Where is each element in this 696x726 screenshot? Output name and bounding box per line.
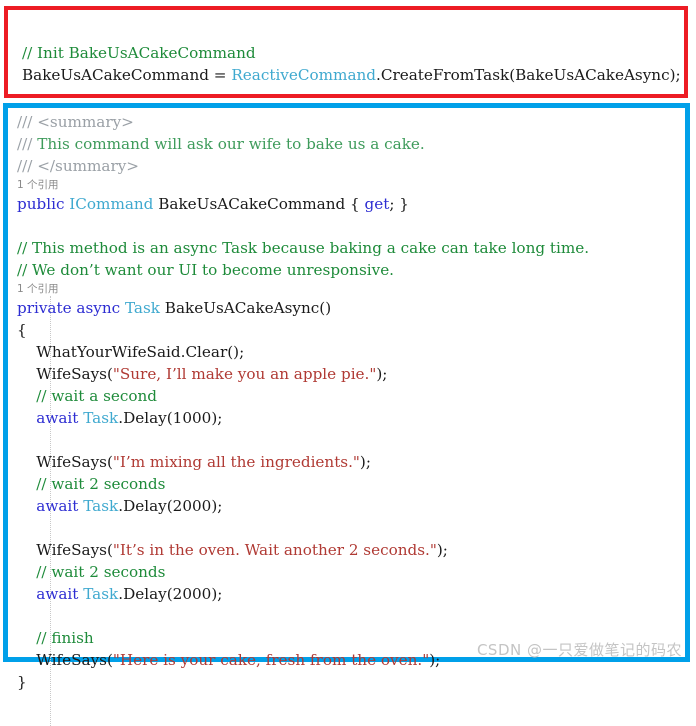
code-line: /// </summary> (17, 155, 589, 177)
code-token: ); (669, 66, 681, 84)
code-token: /// (17, 135, 38, 153)
code-line: /// <summary> (17, 111, 589, 133)
code-line: public ICommand BakeUsACakeCommand { get… (17, 193, 589, 215)
highlight-box-init-command: // Init BakeUsACakeCommand BakeUsACakeCom… (4, 6, 688, 98)
code-token: 2000 (172, 497, 212, 515)
code-token: public (17, 195, 70, 213)
code-token: // wait 2 seconds (17, 563, 166, 581)
code-token: = (213, 66, 232, 84)
code-token: await (17, 497, 84, 515)
code-token: "I’m mixing all the ingredients." (112, 453, 360, 471)
code-line: } (17, 671, 589, 693)
code-token: WifeSays (17, 541, 107, 559)
code-token: // wait a second (17, 387, 158, 405)
screenshot-root: // Init BakeUsACakeCommand BakeUsACakeCom… (0, 0, 696, 726)
code-line: await Task.Delay(2000); (17, 583, 589, 605)
code-token: ); (376, 365, 388, 383)
code-token: { (350, 195, 365, 213)
code-token: // finish (17, 629, 94, 647)
code-token: "Here is your cake, fresh from the oven.… (112, 651, 430, 669)
code-line: // This method is an async Task because … (17, 237, 589, 259)
code-token: } (17, 673, 27, 691)
code-token: Task (124, 299, 165, 317)
code-token: ); (211, 497, 223, 515)
code-token: "Sure, I’ll make you an apple pie." (112, 365, 377, 383)
code-token: get (364, 195, 390, 213)
code-token: ); (211, 585, 223, 603)
code-token: This command will ask our wife to bake u… (37, 135, 425, 153)
codelens-reference-count[interactable]: 1 个引用 (17, 281, 589, 297)
code-token: { (17, 321, 27, 339)
code-token: (); (227, 343, 245, 361)
code-token: ); (436, 541, 448, 559)
code-token: 2000 (172, 585, 212, 603)
csdn-watermark: CSDN @一只爱做笔记的码农 (476, 641, 682, 659)
code-token: // wait 2 seconds (17, 475, 166, 493)
code-token: BakeUsACakeAsync (164, 299, 320, 317)
code-line: // wait 2 seconds (17, 561, 589, 583)
highlight-box-command-implementation: /// <summary>/// This command will ask o… (3, 103, 690, 726)
code-token: // This method is an async Task because … (17, 239, 590, 257)
code-token: Delay (123, 585, 167, 603)
code-token: "It’s in the oven. Wait another 2 second… (112, 541, 437, 559)
code-token: BakeUsACakeCommand (22, 66, 214, 84)
code-token: WifeSays (17, 453, 107, 471)
code-token: CreateFromTask (380, 66, 510, 84)
code-line: await Task.Delay(2000); (17, 495, 589, 517)
code-token: ICommand (69, 195, 159, 213)
code-token: Task (83, 585, 119, 603)
code-token: ); (211, 409, 223, 427)
code-token: Task (83, 497, 119, 515)
code-token: Delay (123, 409, 167, 427)
code-line: BakeUsACakeCommand = ReactiveCommand.Cre… (22, 64, 681, 86)
code-line: // Init BakeUsACakeCommand (22, 42, 681, 64)
code-token: await (17, 409, 84, 427)
code-token: ); (429, 651, 441, 669)
code-token: ; } (389, 195, 409, 213)
code-block-init-command[interactable]: // Init BakeUsACakeCommand BakeUsACakeCom… (22, 42, 681, 86)
code-token: BakeUsACakeCommand (158, 195, 351, 213)
code-line: // wait a second (17, 385, 589, 407)
code-token: await (17, 585, 84, 603)
code-token: 1000 (172, 409, 212, 427)
code-token: private (17, 299, 77, 317)
code-token: Clear (185, 343, 228, 361)
code-line: WifeSays("Sure, I’ll make you an apple p… (17, 363, 589, 385)
code-token: /// (17, 113, 38, 131)
code-line: { (17, 319, 589, 341)
code-line: WifeSays("I’m mixing all the ingredients… (17, 451, 589, 473)
code-token: <summary> (37, 113, 134, 131)
code-token: </summary> (37, 157, 140, 175)
code-token: () (319, 299, 332, 317)
code-line: WifeSays("It’s in the oven. Wait another… (17, 539, 589, 561)
code-token: ); (359, 453, 371, 471)
code-token: ReactiveCommand (231, 66, 376, 84)
code-token: async (76, 299, 125, 317)
code-token: // We don’t want our UI to become unresp… (17, 261, 395, 279)
code-token: BakeUsACakeAsync (515, 66, 670, 84)
code-token: Delay (123, 497, 167, 515)
codelens-reference-count[interactable]: 1 个引用 (17, 177, 589, 193)
code-line: // wait 2 seconds (17, 473, 589, 495)
code-token: /// (17, 157, 38, 175)
code-block-command-implementation[interactable]: /// <summary>/// This command will ask o… (17, 111, 589, 693)
code-token: WifeSays (17, 365, 107, 383)
code-line: WhatYourWifeSaid.Clear(); (17, 341, 589, 363)
code-line: /// This command will ask our wife to ba… (17, 133, 589, 155)
code-token: // Init BakeUsACakeCommand (22, 44, 256, 62)
code-token: Task (83, 409, 119, 427)
code-line: await Task.Delay(1000); (17, 407, 589, 429)
code-line: // We don’t want our UI to become unresp… (17, 259, 589, 281)
code-line: private async Task BakeUsACakeAsync() (17, 297, 589, 319)
code-token: WifeSays (17, 651, 107, 669)
code-token: WhatYourWifeSaid (17, 343, 181, 361)
